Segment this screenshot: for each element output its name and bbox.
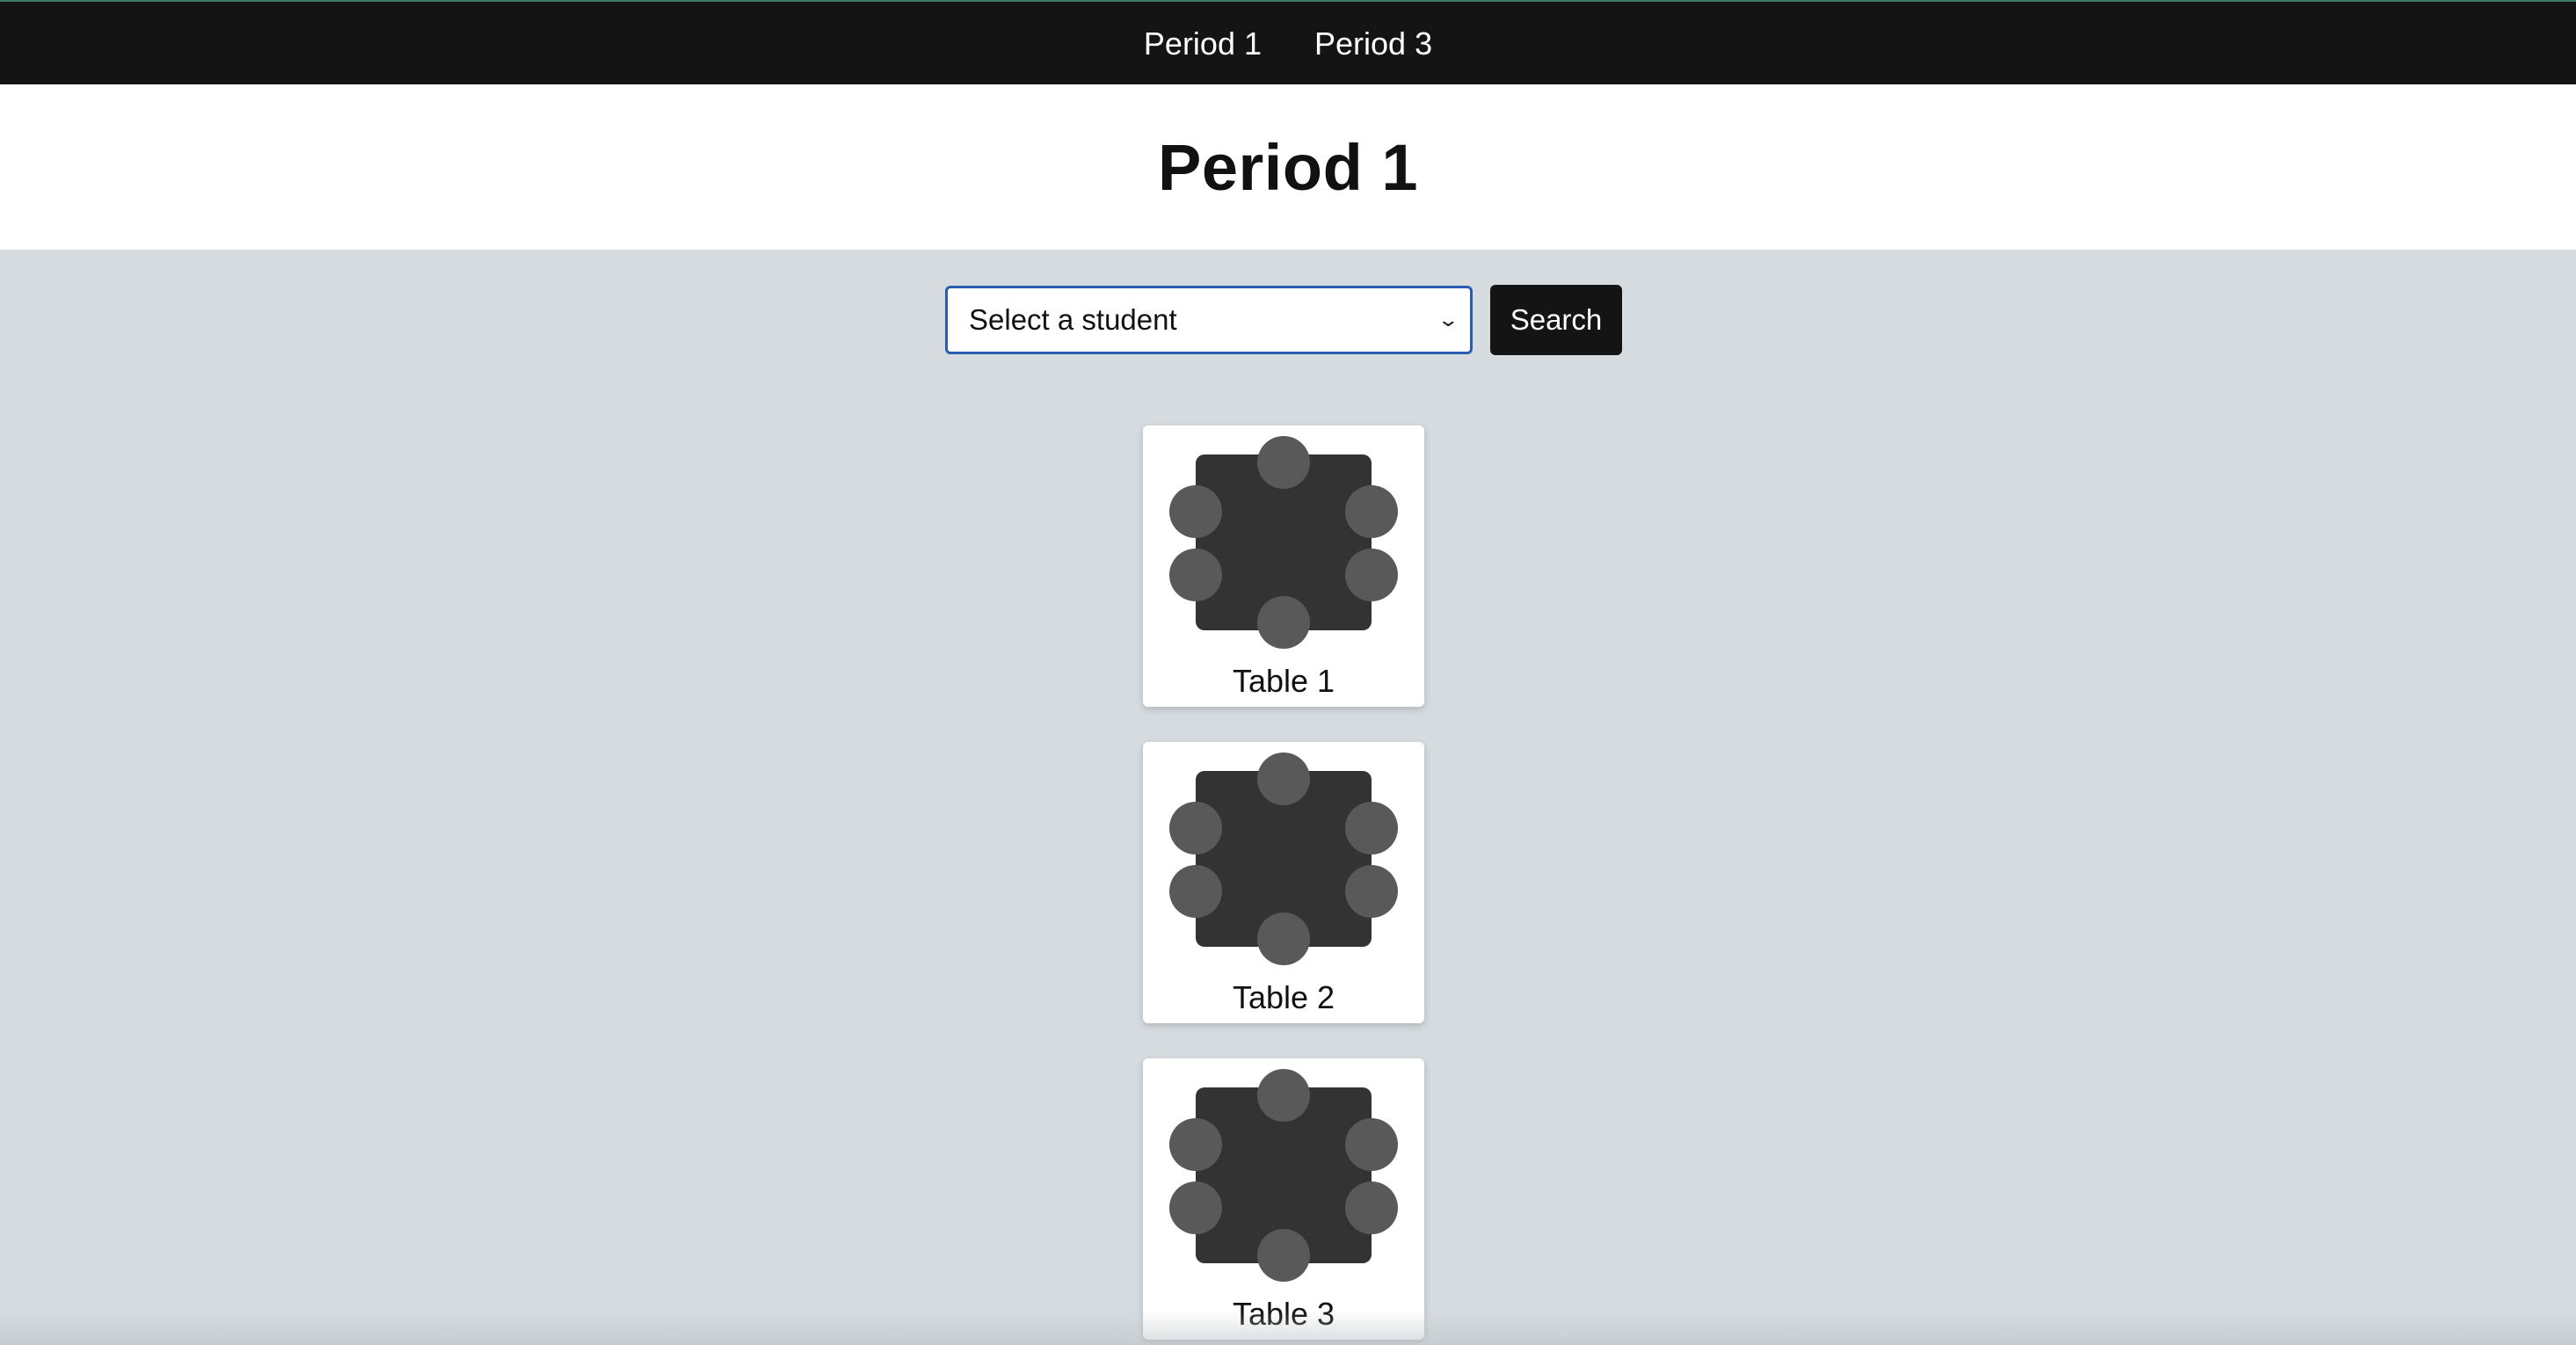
seat-icon xyxy=(1345,1118,1398,1171)
seat-icon xyxy=(1345,485,1398,538)
page-header: Period 1 xyxy=(0,84,2576,250)
top-nav: Period 1 Period 3 xyxy=(0,0,2576,84)
table-card-3[interactable]: Table 3 xyxy=(1143,1058,1424,1340)
seat-icon xyxy=(1257,436,1310,489)
nav-link-period-3[interactable]: Period 3 xyxy=(1314,26,1432,60)
search-button[interactable]: Search xyxy=(1490,285,1622,355)
seat-icon xyxy=(1169,485,1222,538)
seat-icon xyxy=(1169,1181,1222,1234)
seat-icon xyxy=(1345,802,1398,854)
seat-icon xyxy=(1169,549,1222,601)
seat-icon xyxy=(1257,752,1310,805)
table-label: Table 2 xyxy=(1232,979,1335,1015)
seat-icon xyxy=(1257,1069,1310,1122)
seat-icon xyxy=(1169,865,1222,918)
nav-link-period-1[interactable]: Period 1 xyxy=(1144,26,1262,60)
chevron-down-icon: ⌄ xyxy=(1436,309,1459,331)
student-select[interactable]: Select a student ⌄ xyxy=(945,286,1473,354)
seat-icon xyxy=(1257,1229,1310,1282)
bottom-fade xyxy=(0,1310,2576,1345)
table-card-1[interactable]: Table 1 xyxy=(1143,425,1424,707)
seat-icon xyxy=(1169,802,1222,854)
student-search-bar: Select a student ⌄ Search xyxy=(945,285,1622,355)
page-title: Period 1 xyxy=(1158,130,1418,204)
table-label: Table 1 xyxy=(1232,663,1335,699)
student-select-value: Select a student xyxy=(969,303,1177,336)
seat-icon xyxy=(1345,865,1398,918)
table-card-2[interactable]: Table 2 xyxy=(1143,742,1424,1023)
seat-icon xyxy=(1169,1118,1222,1171)
seat-icon xyxy=(1345,1181,1398,1234)
seat-icon xyxy=(1257,912,1310,965)
seat-icon xyxy=(1257,596,1310,649)
seat-icon xyxy=(1345,549,1398,601)
